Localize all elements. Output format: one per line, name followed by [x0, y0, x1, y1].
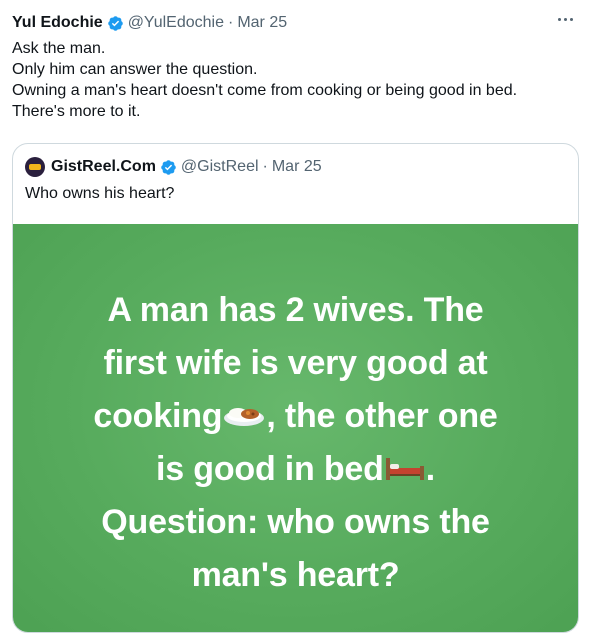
separator-dot: ·: [228, 14, 234, 31]
image-line-part: , the other one: [266, 397, 498, 435]
bed-emoji: [385, 458, 424, 481]
quote-image[interactable]: A man has 2 wives. The first wife is ver…: [13, 224, 578, 632]
more-dots-icon[interactable]: [554, 14, 577, 25]
tweet-date[interactable]: Mar 25: [237, 13, 287, 33]
image-line-part: cooking: [93, 397, 223, 435]
verified-badge-icon: [107, 15, 123, 31]
image-line: cooking , the other one: [13, 390, 578, 443]
tweet[interactable]: Yul Edochie @YulEdochie · Mar 25 Ask the…: [0, 0, 591, 638]
quote-author-name[interactable]: GistReel.Com: [51, 158, 156, 176]
author-name[interactable]: Yul Edochie: [12, 13, 103, 33]
tweet-text: Ask the man. Only him can answer the que…: [12, 38, 579, 122]
tweet-line: There's more to it.: [12, 103, 141, 120]
quote-author-handle[interactable]: @GistReel: [181, 158, 259, 176]
image-line: first wife is very good at: [103, 344, 488, 382]
image-line: A man has 2 wives. The: [107, 291, 484, 329]
quoted-tweet[interactable]: GistReel.Com @GistReel · Mar 25 Who owns…: [12, 143, 579, 633]
curry-rice-emoji: [224, 408, 265, 427]
author-handle[interactable]: @YulEdochie: [128, 13, 224, 33]
avatar[interactable]: [25, 157, 45, 177]
tweet-line: Only him can answer the question.: [12, 61, 258, 78]
separator-dot: ·: [262, 158, 268, 175]
image-line: Question: who owns the: [101, 503, 490, 541]
quote-header: GistReel.Com @GistReel · Mar 25: [25, 157, 322, 177]
image-line: man's heart?: [191, 556, 400, 594]
quote-date[interactable]: Mar 25: [272, 158, 322, 176]
image-line-part: .: [425, 450, 435, 488]
image-caption: A man has 2 wives. The first wife is ver…: [13, 284, 578, 602]
image-line: is good in bed .: [13, 443, 578, 496]
verified-badge-icon: [161, 159, 176, 175]
tweet-line: Owning a man's heart doesn't come from c…: [12, 82, 518, 99]
image-line-part: is good in bed: [156, 450, 384, 488]
tweet-header: Yul Edochie @YulEdochie · Mar 25: [12, 12, 579, 34]
tweet-line: Ask the man.: [12, 40, 106, 57]
quote-text: Who owns his heart?: [25, 185, 175, 202]
